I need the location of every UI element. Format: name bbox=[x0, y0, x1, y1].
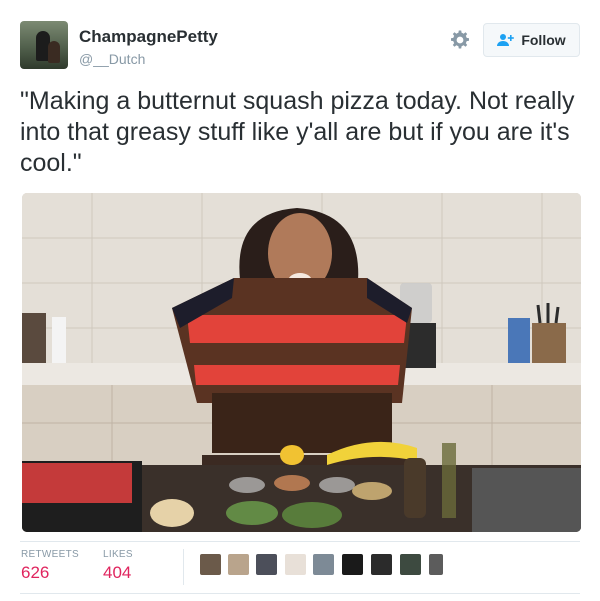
stats-divider-bottom bbox=[20, 593, 580, 594]
retweets-label: RETWEETS bbox=[21, 549, 79, 560]
liker-avatar[interactable] bbox=[371, 554, 392, 575]
user-handle[interactable]: @__Dutch bbox=[79, 51, 145, 67]
liker-avatar[interactable] bbox=[429, 554, 443, 575]
liker-avatar[interactable] bbox=[400, 554, 421, 575]
likes-label: LIKES bbox=[103, 549, 133, 560]
liker-avatar[interactable] bbox=[342, 554, 363, 575]
liker-avatar[interactable] bbox=[256, 554, 277, 575]
avatar[interactable] bbox=[20, 21, 68, 69]
tweet-text: "Making a butternut squash pizza today. … bbox=[20, 87, 575, 177]
display-name[interactable]: ChampagnePetty bbox=[79, 27, 218, 47]
stats-divider-top bbox=[20, 541, 580, 542]
add-user-icon bbox=[497, 34, 515, 46]
follow-button[interactable]: Follow bbox=[483, 23, 580, 57]
avatar-figure-2 bbox=[48, 41, 60, 63]
gear-icon[interactable] bbox=[448, 28, 472, 52]
stats-separator bbox=[183, 549, 184, 585]
liker-avatar[interactable] bbox=[313, 554, 334, 575]
retweets-count[interactable]: 626 bbox=[21, 563, 49, 583]
liker-avatar[interactable] bbox=[200, 554, 221, 575]
follow-label: Follow bbox=[521, 32, 566, 48]
liker-avatar[interactable] bbox=[228, 554, 249, 575]
kitchen-photo bbox=[22, 193, 581, 532]
tweet-photo[interactable] bbox=[22, 193, 581, 532]
likes-count[interactable]: 404 bbox=[103, 563, 131, 583]
liker-avatar[interactable] bbox=[285, 554, 306, 575]
